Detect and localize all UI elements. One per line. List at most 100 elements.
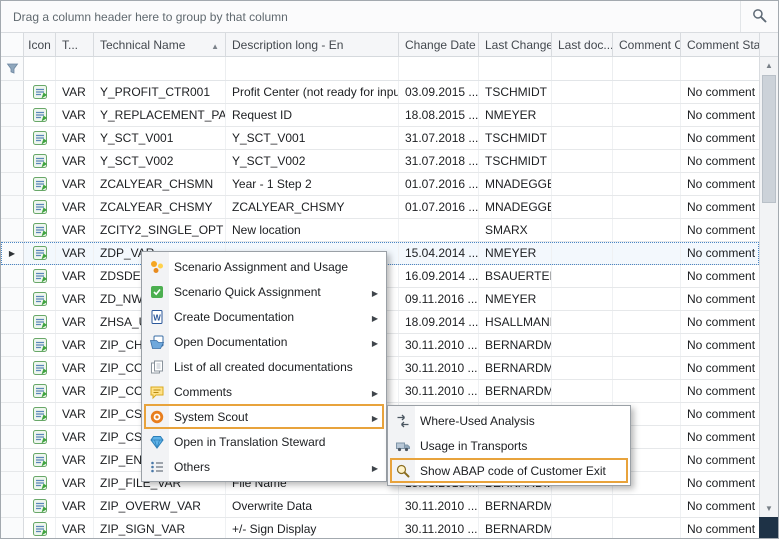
cell-type: VAR (56, 81, 94, 103)
cell-technical-name: Y_REPLACEMENT_PA... (94, 104, 226, 126)
column-header-description[interactable]: Description long - En (226, 33, 399, 56)
table-row[interactable]: VAR Y_SCT_V001 Y_SCT_V001 31.07.2018 ...… (1, 127, 759, 150)
filter-cell-comment-count[interactable] (613, 57, 681, 80)
cell-last-change: NMEYER (479, 104, 552, 126)
filter-cell-change-date[interactable] (399, 57, 479, 80)
system-scout-icon (148, 409, 166, 425)
cell-type: VAR (56, 150, 94, 172)
vertical-scrollbar[interactable] (759, 33, 778, 538)
documentation-list-icon (148, 359, 166, 375)
group-by-panel[interactable]: Drag a column header here to group by th… (1, 1, 778, 33)
cell-comment-status: No comment (681, 357, 759, 379)
filter-cell-technical-name[interactable] (94, 57, 226, 80)
cell-comment-status: No comment (681, 334, 759, 356)
cell-technical-name: Y_SCT_V001 (94, 127, 226, 149)
menu-item-show-abap-code[interactable]: Show ABAP code of Customer Exit (390, 458, 628, 483)
svg-text:W: W (153, 313, 161, 322)
menu-item-translation-steward[interactable]: Open in Translation Steward (144, 429, 384, 454)
variable-icon (24, 219, 56, 241)
menu-item-create-documentation[interactable]: W Create Documentation (144, 304, 384, 329)
cell-description: New location (226, 219, 399, 241)
column-header-icon[interactable]: Icon (24, 33, 56, 56)
cell-last-change: BERNARDMA (479, 518, 552, 538)
filter-cell-description[interactable] (226, 57, 399, 80)
menu-item-scenario-quick-assignment[interactable]: Scenario Quick Assignment (144, 279, 384, 304)
scroll-up-button[interactable] (760, 57, 778, 74)
submenu-arrow-icon (368, 310, 378, 324)
row-indicator-cell (1, 265, 24, 287)
cell-type: VAR (56, 173, 94, 195)
table-row[interactable]: VAR Y_SCT_V002 Y_SCT_V002 31.07.2018 ...… (1, 150, 759, 173)
scrollbar-thumb[interactable] (762, 75, 776, 203)
filter-cell-icon[interactable] (24, 57, 56, 80)
menu-item-comments[interactable]: Comments (144, 379, 384, 404)
cell-description: +/- Sign Display (226, 518, 399, 538)
cell-comment-count (613, 150, 681, 172)
cell-comment-count (613, 495, 681, 517)
filter-cell-last-doc[interactable] (552, 57, 613, 80)
cell-comment-count (613, 288, 681, 310)
filter-cell-comment-status[interactable] (681, 57, 759, 80)
table-row[interactable]: VAR ZCALYEAR_CHSMN Year - 1 Step 2 01.07… (1, 173, 759, 196)
variable-icon (24, 196, 56, 218)
cell-type: VAR (56, 242, 94, 264)
group-by-hint-text: Drag a column header here to group by th… (13, 10, 288, 24)
table-row[interactable]: VAR ZIP_OVERW_VAR Overwrite Data 30.11.2… (1, 495, 759, 518)
table-row[interactable]: VAR ZCALYEAR_CHSMY ZCALYEAR_CHSMY 01.07.… (1, 196, 759, 219)
cell-type: VAR (56, 357, 94, 379)
menu-item-system-scout[interactable]: System Scout (144, 404, 384, 429)
cell-type: VAR (56, 426, 94, 448)
cell-change-date (399, 219, 479, 241)
cell-last-doc (552, 265, 613, 287)
cell-last-doc (552, 242, 613, 264)
cell-change-date: 03.09.2015 ... (399, 81, 479, 103)
menu-item-scenario-assignment[interactable]: Scenario Assignment and Usage (144, 254, 384, 279)
column-header-last-change[interactable]: Last Change... (479, 33, 552, 56)
open-documentation-icon (148, 334, 166, 350)
cell-comment-status: No comment (681, 426, 759, 448)
column-header-change-date[interactable]: Change Date (399, 33, 479, 56)
cell-comment-count (613, 173, 681, 195)
scroll-down-button[interactable] (760, 500, 778, 517)
cell-change-date: 31.07.2018 ... (399, 127, 479, 149)
table-row[interactable]: VAR Y_REPLACEMENT_PA... Request ID 18.08… (1, 104, 759, 127)
table-row[interactable]: VAR ZIP_SIGN_VAR +/- Sign Display 30.11.… (1, 518, 759, 538)
row-indicator-cell (1, 426, 24, 448)
column-header-technical-name[interactable]: Technical Name (94, 33, 226, 56)
variable-icon (24, 334, 56, 356)
menu-item-usage-transports[interactable]: Usage in Transports (390, 433, 628, 458)
filter-funnel-icon (1, 57, 24, 80)
cell-last-change: HSALLMANN (479, 311, 552, 333)
row-indicator-cell (1, 127, 24, 149)
cell-last-doc (552, 311, 613, 333)
cell-comment-count (613, 311, 681, 333)
menu-item-open-documentation[interactable]: Open Documentation (144, 329, 384, 354)
column-header-comment-count[interactable]: Comment Co... (613, 33, 681, 56)
filter-cell-type[interactable] (56, 57, 94, 80)
search-button[interactable] (740, 1, 778, 32)
menu-item-documentation-list[interactable]: List of all created documentations (144, 354, 384, 379)
table-row[interactable]: VAR Y_PROFIT_CTR001 Profit Center (not r… (1, 81, 759, 104)
column-header-last-doc[interactable]: Last doc... (552, 33, 613, 56)
column-header-type[interactable]: T... (56, 33, 94, 56)
row-indicator-cell (1, 334, 24, 356)
sort-ascending-icon (211, 38, 219, 52)
cell-comment-status: No comment (681, 242, 759, 264)
table-row[interactable]: VAR ZCITY2_SINGLE_OPT New location SMARX… (1, 219, 759, 242)
variable-icon (24, 426, 56, 448)
cell-last-doc (552, 127, 613, 149)
menu-item-where-used[interactable]: Where-Used Analysis (390, 408, 628, 433)
column-header-comment-status[interactable]: Comment Sta... (681, 33, 759, 56)
cell-comment-status: No comment (681, 518, 759, 538)
cell-type: VAR (56, 288, 94, 310)
cell-last-change: BSAUERTEIG (479, 265, 552, 287)
filter-cell-last-change[interactable] (479, 57, 552, 80)
cell-comment-status: No comment (681, 403, 759, 425)
menu-item-others[interactable]: Others (144, 454, 384, 479)
menu-item-label: Scenario Quick Assignment (174, 285, 321, 299)
cell-comment-status: No comment (681, 495, 759, 517)
row-indicator-cell (1, 288, 24, 310)
cell-comment-status: No comment (681, 288, 759, 310)
menu-item-label: Show ABAP code of Customer Exit (420, 464, 606, 478)
variable-icon (24, 81, 56, 103)
